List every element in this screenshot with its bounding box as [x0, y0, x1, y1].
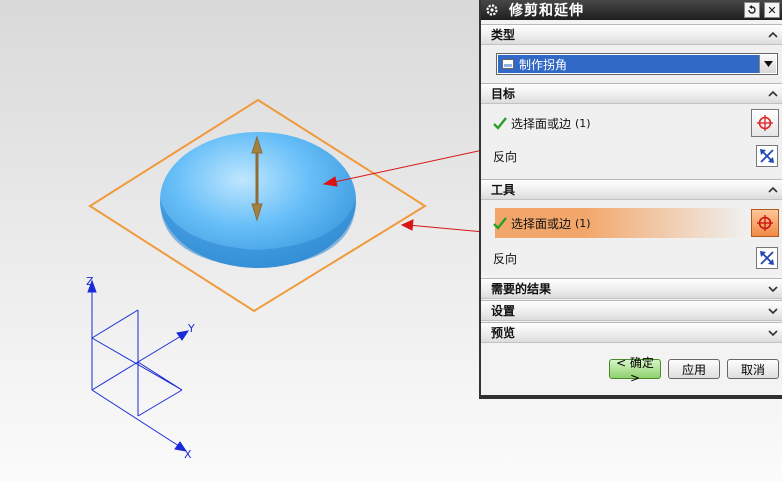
- target-reverse-row: 反向: [481, 144, 782, 168]
- dialog-footer: < 确定 > 应用 取消: [481, 355, 782, 385]
- target-select-count: (1): [575, 116, 591, 130]
- tool-select-button[interactable]: [751, 209, 779, 237]
- trim-extend-dialog: 修剪和延伸 ✕ 类型 制作拐角 目标 选择面或边 (1) 反向 工具 选择面或边…: [479, 0, 782, 399]
- section-result-label: 需要的结果: [491, 282, 552, 296]
- dialog-titlebar: 修剪和延伸 ✕: [481, 0, 782, 20]
- corner-type-icon: [502, 59, 514, 69]
- axis-y-label: Y: [187, 322, 195, 335]
- tool-reverse-button[interactable]: [756, 247, 778, 269]
- apply-button[interactable]: 应用: [668, 359, 720, 379]
- tool-reverse-row: 反向: [481, 246, 782, 270]
- tool-select-count: (1): [575, 216, 591, 230]
- chevron-down-icon: [768, 286, 778, 293]
- chevron-up-icon: [768, 186, 778, 193]
- axis-z-label: Z: [86, 275, 94, 288]
- cancel-button[interactable]: 取消: [727, 359, 779, 379]
- chevron-up-icon: [768, 90, 778, 97]
- section-result-header[interactable]: 需要的结果: [481, 278, 782, 299]
- target-select-label: 选择面或边: [511, 116, 572, 131]
- section-target-header[interactable]: 目标: [481, 83, 782, 104]
- target-select-row[interactable]: 选择面或边 (1): [481, 108, 782, 138]
- target-reverse-button[interactable]: [756, 145, 778, 167]
- section-preview-label: 预览: [491, 326, 516, 340]
- section-type-header[interactable]: 类型: [481, 24, 782, 45]
- section-settings-header[interactable]: 设置: [481, 300, 782, 321]
- checkmark-icon: [493, 117, 507, 130]
- tool-reverse-label: 反向: [493, 251, 518, 266]
- chevron-up-icon: [768, 31, 778, 38]
- close-icon[interactable]: ✕: [764, 2, 780, 18]
- gear-icon[interactable]: [483, 1, 501, 19]
- section-tool-header[interactable]: 工具: [481, 179, 782, 200]
- target-reverse-label: 反向: [493, 149, 518, 164]
- type-selected-value: 制作拐角: [519, 57, 568, 72]
- section-settings-label: 设置: [491, 304, 516, 318]
- scene-graphics: Z Y X: [86, 98, 480, 461]
- dialog-title: 修剪和延伸: [509, 3, 584, 19]
- reverse-direction-icon: [760, 251, 774, 265]
- section-type-label: 类型: [491, 28, 516, 42]
- ok-button[interactable]: < 确定 >: [609, 356, 661, 385]
- section-tool-label: 工具: [491, 183, 516, 197]
- section-target-body: 选择面或边 (1) 反向: [481, 104, 782, 179]
- section-tool-body: 选择面或边 (1) 反向: [481, 200, 782, 275]
- chevron-down-icon: [768, 330, 778, 337]
- chevron-down-icon[interactable]: [759, 55, 776, 73]
- reverse-direction-icon: [760, 149, 774, 163]
- chevron-down-icon: [768, 308, 778, 315]
- crosshair-icon: [757, 115, 773, 131]
- crosshair-icon: [757, 215, 773, 231]
- section-target-label: 目标: [491, 87, 516, 101]
- graphics-viewport[interactable]: Z Y X: [0, 0, 480, 482]
- checkmark-icon: [493, 217, 507, 230]
- target-select-button[interactable]: [751, 109, 779, 137]
- axis-x-label: X: [184, 448, 192, 461]
- tool-select-label: 选择面或边: [511, 216, 572, 231]
- coordinate-triad: [87, 279, 190, 452]
- section-preview-header[interactable]: 预览: [481, 322, 782, 343]
- reset-icon[interactable]: [744, 2, 760, 18]
- section-type-body: 制作拐角: [481, 45, 782, 83]
- type-dropdown[interactable]: 制作拐角: [496, 53, 778, 75]
- tool-select-row[interactable]: 选择面或边 (1): [481, 208, 782, 238]
